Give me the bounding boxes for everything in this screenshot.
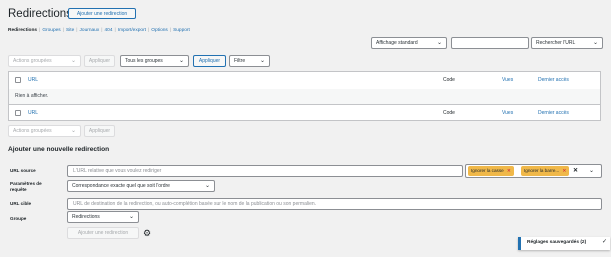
subnav-separator: | — [169, 28, 172, 33]
query-params-value: Correspondance exacte quel que soit l'or… — [72, 183, 170, 189]
ignore-slash-label: Ignorer la barre... — [524, 168, 560, 173]
target-url-input[interactable]: URL de destination de la redirection, ou… — [67, 198, 602, 210]
table-empty-row: Rien à afficher. — [9, 89, 600, 105]
remove-icon[interactable]: ✕ — [507, 168, 511, 173]
query-params-select[interactable]: Correspondance exacte quel que soit l'or… — [67, 180, 215, 192]
column-url-footer[interactable]: URL — [28, 110, 38, 116]
add-redirection-heading: Ajouter une nouvelle redirection — [8, 146, 110, 153]
chevron-down-icon: ⌄ — [178, 58, 184, 64]
chevron-down-icon: ⌄ — [436, 40, 442, 46]
column-url[interactable]: URL — [28, 77, 38, 83]
notice-text: Réglages sauvegardés (2) — [527, 240, 587, 245]
chevron-down-icon: ⌄ — [592, 40, 598, 46]
bulk-actions-value: Actions groupées — [13, 58, 52, 64]
groups-apply-button[interactable]: Appliquer — [193, 55, 226, 67]
chevron-down-icon: ⌄ — [70, 128, 76, 134]
subnav-separator: | — [62, 28, 64, 33]
bulk-actions-select[interactable]: Actions groupées ⌄ — [8, 55, 81, 67]
remove-icon[interactable]: ✕ — [563, 168, 567, 173]
subnav-separator: | — [101, 28, 103, 33]
search-url-select[interactable]: Rechercher l'URL ⌄ — [531, 37, 603, 49]
subnav-item-groupes[interactable]: Groupes — [42, 28, 60, 33]
gear-icon[interactable]: ⚙ — [143, 227, 151, 239]
select-all-checkbox[interactable] — [15, 77, 21, 83]
group-select[interactable]: Redirections ⌄ — [67, 211, 139, 223]
subnav-item-options[interactable]: Options — [151, 28, 168, 33]
query-params-label-line2: requête — [10, 187, 27, 192]
add-redirection-header-button[interactable]: Ajouter une redirection — [68, 8, 136, 19]
filter-select[interactable]: Filtre ⌄ — [229, 55, 270, 67]
subnav-separator: | — [76, 28, 78, 33]
filter-value: Filtre — [234, 58, 246, 64]
clear-all-icon[interactable]: ✕ — [573, 166, 578, 176]
query-params-label: Paramètres de requête — [10, 181, 42, 193]
subnav-separator: | — [114, 28, 116, 33]
add-redirection-submit-button[interactable]: Ajouter une redirection — [67, 227, 139, 239]
subnav-item-journaux[interactable]: Journaux — [80, 28, 100, 33]
column-code: Code — [443, 77, 455, 83]
chevron-down-icon: ⌄ — [70, 58, 76, 64]
group-label: Groupe — [10, 216, 27, 221]
chevron-down-icon[interactable]: ⌄ — [589, 166, 594, 176]
ignore-case-label: Ignorer la casse — [471, 168, 504, 173]
page-title: Redirections — [8, 8, 72, 20]
subnav-separator: | — [148, 28, 150, 33]
subnav-item-404[interactable]: 404 — [104, 28, 112, 33]
empty-message: Rien à afficher. — [15, 93, 49, 99]
column-last-access[interactable]: Dernier accès — [538, 77, 569, 83]
group-value: Redirections — [72, 214, 100, 220]
table-header-row: URL Code Vues Dernier accès — [9, 72, 600, 90]
select-all-footer-checkbox[interactable] — [15, 110, 21, 116]
groups-select[interactable]: Tous les groupes ⌄ — [120, 55, 189, 67]
settings-saved-notice[interactable]: Réglages sauvegardés (2) ✓ — [518, 237, 610, 250]
column-code-footer: Code — [443, 110, 455, 116]
chevron-down-icon: ⌄ — [128, 214, 134, 220]
ignore-slash-tag[interactable]: Ignorer la barre... ✕ — [521, 166, 570, 176]
source-url-placeholder: L'URL relative que vous voulez rediriger — [73, 168, 162, 174]
source-url-label: URL source — [10, 168, 36, 173]
bottom-bulk-actions-value: Actions groupées — [13, 128, 52, 134]
subnav-item-support[interactable]: Support — [173, 28, 190, 33]
subnav-item-site[interactable]: Site — [66, 28, 74, 33]
column-hits[interactable]: Vues — [502, 77, 513, 83]
bottom-apply-button[interactable]: Appliquer — [84, 125, 115, 137]
ignore-case-tag[interactable]: Ignorer la casse ✕ — [468, 166, 514, 176]
chevron-down-icon: ⌄ — [259, 58, 265, 64]
subnav-item-redirections[interactable]: Redirections — [8, 28, 37, 33]
display-mode-select[interactable]: Affichage standard ⌄ — [371, 37, 447, 49]
column-hits-footer[interactable]: Vues — [502, 110, 513, 116]
target-url-label: URL cible — [10, 201, 32, 206]
bulk-apply-button[interactable]: Appliquer — [84, 55, 115, 67]
redirects-table: URL Code Vues Dernier accès Rien à affic… — [8, 71, 601, 121]
subnav-item-import-export[interactable]: Import/export — [118, 28, 146, 33]
bottom-bulk-actions-select[interactable]: Actions groupées ⌄ — [8, 125, 81, 137]
column-last-access-footer[interactable]: Dernier accès — [538, 110, 569, 116]
table-footer-row: URL Code Vues Dernier accès — [9, 105, 600, 121]
subnav: Redirections | Groupes | Site | Journaux | 404 | I… — [8, 27, 190, 35]
search-url-value: Rechercher l'URL — [536, 40, 576, 46]
search-input[interactable] — [451, 37, 529, 49]
target-url-placeholder: URL de destination de la redirection, ou… — [73, 201, 317, 207]
groups-value: Tous les groupes — [125, 58, 163, 64]
display-mode-value: Affichage standard — [376, 40, 418, 46]
chevron-down-icon: ⌄ — [204, 183, 210, 189]
check-icon: ✓ — [601, 239, 607, 245]
source-url-input[interactable]: L'URL relative que vous voulez rediriger — [67, 165, 463, 177]
subnav-separator: | — [39, 28, 41, 33]
